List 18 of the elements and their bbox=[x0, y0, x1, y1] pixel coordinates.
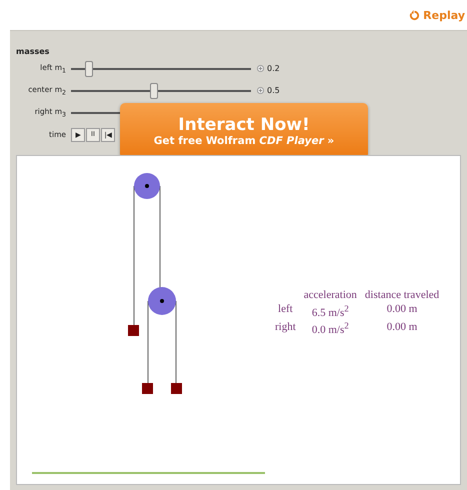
plus-icon[interactable] bbox=[257, 87, 264, 94]
table-cell-text: 6.5 m/s$^{2}$ bbox=[310, 303, 350, 319]
banner-subtitle: Get free Wolfram CDF Player » bbox=[154, 135, 334, 147]
plus-icon[interactable] bbox=[257, 65, 264, 72]
slider-value: 0.5 bbox=[267, 86, 280, 95]
banner-title: Interact Now! bbox=[178, 115, 310, 135]
table-cell-text: 0.0 m/s$^{2}$ bbox=[310, 320, 350, 336]
masses-heading: masses bbox=[16, 47, 50, 56]
table-cell-text: 0.00 m bbox=[386, 320, 418, 335]
column-header: acceleration bbox=[304, 289, 357, 301]
slider-value: 0.2 bbox=[267, 64, 280, 73]
slider-thumb[interactable] bbox=[84, 60, 93, 76]
column-header: distance traveled bbox=[364, 289, 440, 301]
row-label: right bbox=[275, 320, 296, 335]
replay-icon bbox=[409, 10, 420, 20]
slider-thumb[interactable] bbox=[150, 82, 158, 98]
row-label: left bbox=[277, 303, 294, 317]
table-cell-text: 0.00 m bbox=[386, 303, 418, 317]
